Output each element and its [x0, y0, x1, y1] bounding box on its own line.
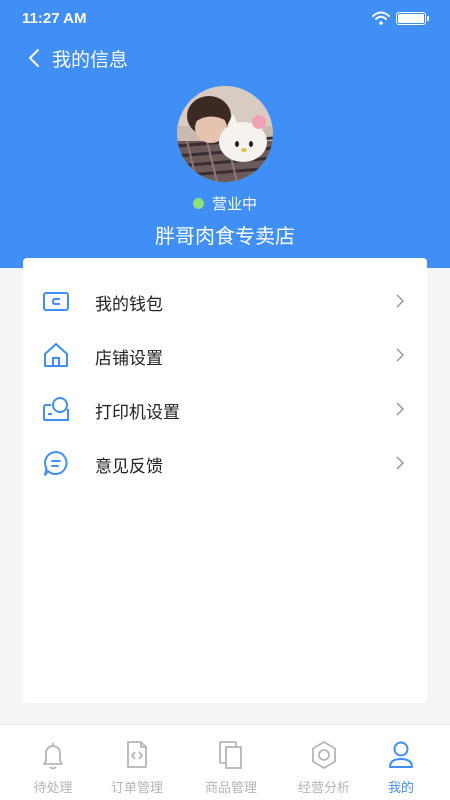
tab-label-pending: 待处理	[33, 780, 73, 795]
tab-orders[interactable]: 订单管理	[92, 725, 182, 800]
order-icon	[127, 741, 147, 768]
tab-label-products: 商品管理	[204, 780, 257, 795]
hexagon-icon	[312, 741, 336, 769]
feedback-icon	[44, 451, 68, 476]
bottom-tab-bar: 待处理 订单管理 商品管理 经营分析 我的	[0, 724, 450, 800]
page-title: 我的信息	[52, 50, 129, 71]
status-dot	[192, 198, 204, 209]
menu-label-wallet: 我的钱包	[95, 295, 163, 314]
products-icon	[219, 741, 242, 769]
tab-mine[interactable]: 我的	[356, 725, 446, 800]
chevron-right-icon	[396, 402, 405, 416]
wallet-icon	[43, 292, 69, 311]
menu-item-store-settings[interactable]: 店铺设置	[23, 328, 427, 382]
chevron-right-icon	[396, 348, 405, 362]
menu-item-wallet[interactable]: 我的钱包	[23, 274, 427, 328]
menu-item-printer-settings[interactable]: 打印机设置	[23, 382, 427, 436]
menu-label-store-settings: 店铺设置	[95, 349, 163, 368]
bell-icon	[43, 743, 63, 770]
menu-label-feedback: 意见反馈	[95, 457, 163, 476]
tab-products[interactable]: 商品管理	[186, 725, 276, 800]
business-status: 营业中	[0, 193, 450, 214]
tab-pending[interactable]: 待处理	[8, 725, 98, 800]
user-icon	[389, 741, 413, 768]
chevron-right-icon	[396, 294, 405, 308]
avatar-image	[177, 86, 273, 182]
avatar[interactable]	[177, 86, 273, 182]
tab-label-mine: 我的	[387, 780, 414, 795]
status-time: 11:27 AM	[22, 10, 87, 27]
shop-name: 胖哥肉食专卖店	[155, 226, 295, 248]
battery-icon	[396, 12, 429, 25]
back-arrow-icon[interactable]	[26, 46, 42, 70]
menu-item-feedback[interactable]: 意见反馈	[23, 436, 427, 490]
printer-icon	[43, 397, 69, 421]
menu-label-printer-settings: 打印机设置	[95, 403, 180, 422]
settings-card: 我的钱包 店铺设置 打印机设置 意见反馈	[23, 258, 427, 703]
wifi-icon	[372, 11, 390, 25]
home-icon	[44, 343, 68, 367]
tab-label-orders: 订单管理	[110, 780, 163, 795]
business-status-text: 营业中	[211, 196, 257, 213]
status-bar: 11:27 AM	[0, 0, 450, 36]
chevron-right-icon	[396, 456, 405, 470]
profile-header: 11:27 AM 我的信息 营业中 胖哥肉食专卖店	[0, 0, 450, 268]
